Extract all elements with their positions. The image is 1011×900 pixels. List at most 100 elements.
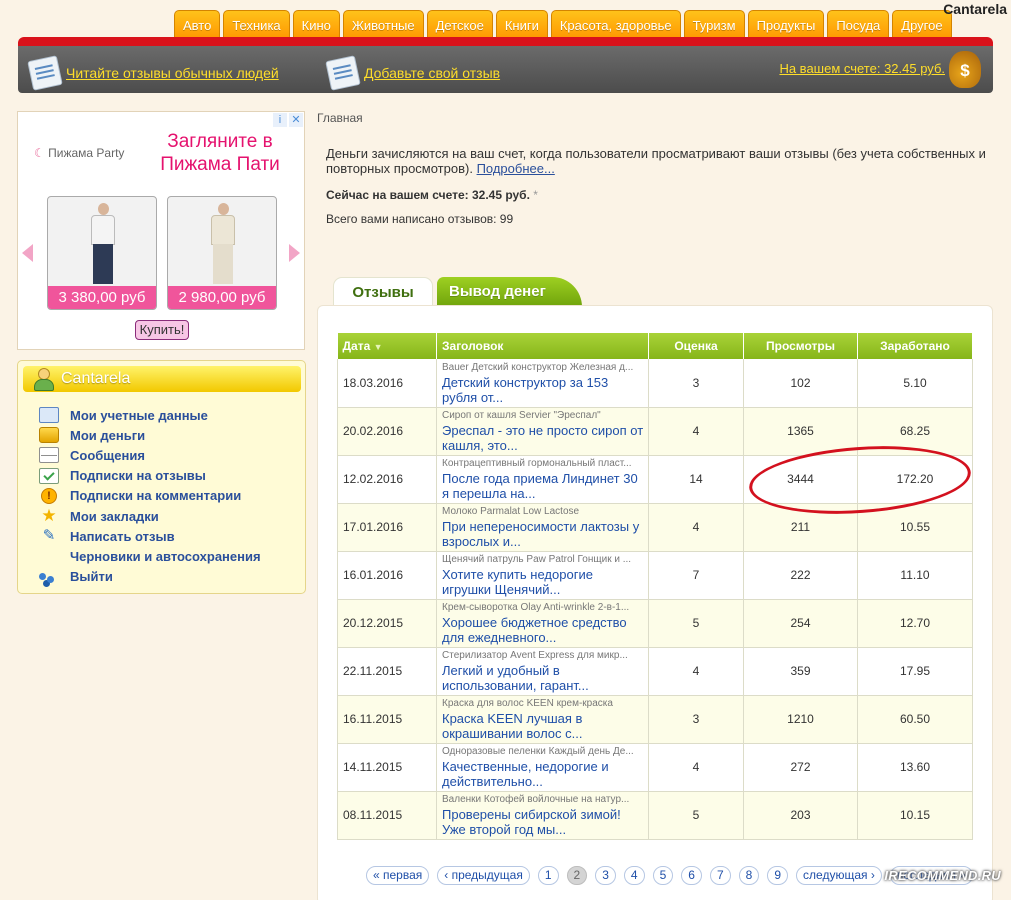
page-number-button[interactable]: 2 [566, 866, 588, 885]
review-product[interactable]: Одноразовые пеленки Каждый день Де... [442, 745, 644, 759]
review-product[interactable]: Краска для волос KEEN крем-краска [442, 697, 644, 711]
review-product[interactable]: Контрацептивный гормональный пласт... [442, 457, 644, 471]
money-bag-icon[interactable]: $ [949, 51, 981, 88]
menu-item-logout[interactable]: Выйти [39, 567, 261, 587]
review-title-link[interactable]: Качественные, недорогие и действительно.… [442, 759, 644, 789]
add-review-label[interactable]: Добавьте свой отзыв [364, 65, 500, 81]
category-tab[interactable]: Красота, здоровье [550, 10, 681, 40]
user-name[interactable]: Cantarela [943, 1, 1007, 17]
ad-product[interactable]: 2 980,00 руб [167, 196, 277, 310]
cell-title: Bauer Детский конструктор Железная д... Д… [436, 359, 649, 408]
page-number-button[interactable]: 3 [595, 866, 616, 885]
review-product[interactable]: Стерилизатор Avent Express для микр... [442, 649, 644, 663]
ad-info-icon[interactable]: i [273, 113, 287, 127]
first-page-button[interactable]: « первая [366, 866, 430, 885]
review-product[interactable]: Сироп от кашля Servier "Эреспал" [442, 409, 644, 423]
category-tab[interactable]: Посуда [827, 10, 890, 40]
menu-item-bookmarks[interactable]: ★ Мои закладки [39, 506, 261, 526]
column-header-views[interactable]: Просмотры [743, 333, 858, 359]
category-tab[interactable]: Детское [426, 10, 493, 40]
read-reviews-label[interactable]: Читайте отзывы обычных людей [66, 65, 279, 81]
category-tab[interactable]: Техника [223, 10, 290, 40]
menu-item-comment-subscriptions[interactable]: ! Подписки на комментарии [39, 486, 261, 506]
page-number-button[interactable]: 4 [623, 866, 645, 885]
page-number-button[interactable]: 8 [738, 866, 760, 885]
page-number-button[interactable]: 6 [681, 866, 702, 885]
tab-reviews[interactable]: Отзывы [333, 277, 433, 307]
prev-page-button[interactable]: ‹ предыдущая [437, 866, 530, 885]
review-title-link[interactable]: Легкий и удобный в использовании, гарант… [442, 663, 644, 693]
exit-icon [39, 569, 59, 585]
page-number-button[interactable]: 5 [652, 866, 674, 885]
cell-title: Стерилизатор Avent Express для микр... Ле… [436, 647, 649, 696]
cell-earned: 12.70 [857, 599, 973, 648]
ad-product[interactable]: 3 380,00 руб [47, 196, 157, 310]
review-title-link[interactable]: Хотите купить недорогие игрушки Щенячий.… [442, 567, 644, 597]
cell-date: 16.11.2015 [337, 695, 437, 744]
cell-date: 22.11.2015 [337, 647, 437, 696]
envelope-icon [39, 447, 59, 464]
ad-prev-arrow-icon[interactable] [22, 244, 33, 262]
review-product[interactable]: Молоко Parmalat Low Lactose [442, 505, 644, 519]
id-card-icon [39, 407, 59, 424]
add-review-link[interactable]: Добавьте свой отзыв [325, 55, 500, 91]
tab-withdraw[interactable]: Вывод денег [437, 277, 582, 307]
column-header-earned[interactable]: Заработано [857, 333, 973, 359]
category-tab[interactable]: Животные [342, 10, 424, 40]
review-product[interactable]: Bauer Детский конструктор Железная д... [442, 361, 644, 375]
next-page-button[interactable]: следующая › [796, 866, 882, 885]
ad-buy-button[interactable]: Купить! [135, 320, 189, 340]
sort-arrow-icon: ▼ [373, 342, 383, 352]
review-title-link[interactable]: Детский конструктор за 153 рубля от... [442, 375, 644, 405]
category-tab[interactable]: Кино [292, 10, 340, 40]
cell-rating: 4 [648, 503, 744, 552]
review-product[interactable]: Щенячий патруль Paw Patrol Гонщик и ... [442, 553, 644, 567]
page-number-button[interactable]: 1 [537, 866, 559, 885]
breadcrumb[interactable]: Главная [317, 111, 363, 125]
cell-earned: 13.60 [857, 743, 973, 792]
read-reviews-link[interactable]: Читайте отзывы обычных людей [27, 55, 279, 91]
review-title-link[interactable]: При непереносимости лактозы у взрослых и… [442, 519, 644, 549]
menu-item-write-review[interactable]: ✎ Написать отзыв [39, 526, 261, 546]
category-tabs: Авто Техника Кино Животные Детское Книги… [174, 10, 952, 40]
more-info-link[interactable]: Подробнее... [477, 161, 555, 176]
cell-rating: 5 [648, 599, 744, 648]
balance-link[interactable]: На вашем счете: 32.45 руб. [779, 61, 945, 76]
category-tab[interactable]: Книги [495, 10, 548, 40]
review-title-link[interactable]: Эреспал - это не просто сироп от кашля, … [442, 423, 644, 453]
column-header-title[interactable]: Заголовок [436, 333, 649, 359]
review-title-link[interactable]: Проверены сибирской зимой! Уже второй го… [442, 807, 644, 837]
review-product[interactable]: Крем-сыворотка Olay Anti-wrinkle 2-в-1..… [442, 601, 644, 615]
menu-item-account[interactable]: Мои учетные данные [39, 405, 261, 425]
page-number-button[interactable]: 7 [709, 866, 731, 885]
cell-rating: 4 [648, 407, 744, 456]
category-tab[interactable]: Авто [174, 10, 221, 40]
user-menu-title: Cantarela [23, 366, 301, 392]
menu-item-messages[interactable]: Сообщения [39, 445, 261, 465]
ad-headline[interactable]: Загляните в Пижама Пати [150, 130, 290, 176]
watermark: IRECOMMEND.RU [884, 868, 1001, 883]
cell-title: Молоко Parmalat Low Lactose При неперенос… [436, 503, 649, 552]
ad-close-icon[interactable]: ✕ [289, 113, 303, 127]
ad-controls: i ✕ [273, 113, 303, 127]
toolbar: Читайте отзывы обычных людей Добавьте св… [18, 46, 993, 93]
cell-earned: 5.10 [857, 359, 973, 408]
category-tab[interactable]: Туризм [683, 10, 745, 40]
ad-brand: Пижама Party [48, 146, 125, 160]
review-product[interactable]: Валенки Котофей войлочные на натур... [442, 793, 644, 807]
review-title-link[interactable]: Хорошее бюджетное средство для ежедневно… [442, 615, 644, 645]
page-number-button[interactable]: 9 [767, 866, 789, 885]
current-balance: Сейчас на вашем счете: 32.45 руб. * [326, 188, 538, 202]
category-tab[interactable]: Продукты [747, 10, 825, 40]
ad-next-arrow-icon[interactable] [289, 244, 300, 262]
menu-item-review-subscriptions[interactable]: Подписки на отзывы [39, 466, 261, 486]
cell-views: 254 [743, 599, 858, 648]
menu-item-drafts[interactable]: Черновики и автосохранения [39, 546, 261, 566]
ad-banner[interactable]: i ✕ ☾ Пижама Party Загляните в Пижама Па… [17, 111, 305, 350]
cell-views: 203 [743, 791, 858, 840]
column-header-date[interactable]: Дата ▼ [337, 333, 437, 359]
review-title-link[interactable]: После года приема Линдинет 30 я перешла … [442, 471, 644, 501]
column-header-rating[interactable]: Оценка [648, 333, 744, 359]
review-title-link[interactable]: Краска KEEN лучшая в окрашивании волос с… [442, 711, 644, 741]
menu-item-money[interactable]: Мои деньги [39, 425, 261, 445]
